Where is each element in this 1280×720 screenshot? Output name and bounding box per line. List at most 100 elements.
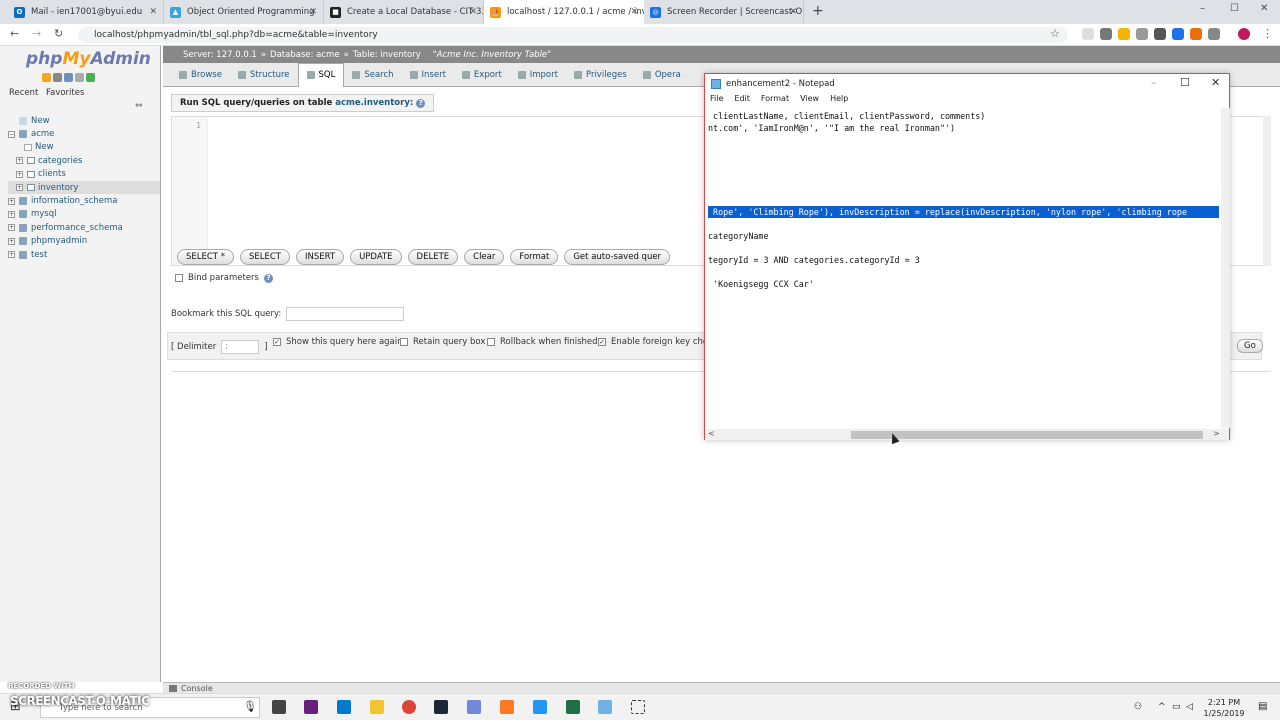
tab-screencast[interactable]: ◎ Screen Recorder | Screencast-O ✕ bbox=[644, 0, 804, 24]
maximize-icon[interactable]: ☐ bbox=[1230, 3, 1239, 14]
new-tab-button[interactable]: + bbox=[812, 3, 824, 19]
tab-sql[interactable]: SQL bbox=[297, 62, 345, 87]
extension-icon[interactable] bbox=[1208, 28, 1220, 40]
recent-tab[interactable]: Recent bbox=[9, 88, 38, 98]
discord-icon[interactable] bbox=[467, 700, 481, 714]
forward-icon[interactable]: → bbox=[32, 27, 41, 40]
excel-icon[interactable] bbox=[566, 700, 580, 714]
menu-icon[interactable]: ⋮ bbox=[1262, 27, 1273, 40]
tree-item-mysql[interactable]: + mysql bbox=[8, 208, 160, 221]
tab-import[interactable]: Import bbox=[510, 63, 566, 87]
extension-icon[interactable] bbox=[1100, 28, 1112, 40]
task-view-icon[interactable] bbox=[272, 700, 286, 714]
help-icon[interactable]: ? bbox=[263, 273, 273, 283]
tab-mail[interactable]: O Mail - ien17001@byui.edu ✕ bbox=[8, 0, 164, 24]
horizontal-scrollbar[interactable]: < > bbox=[705, 429, 1229, 440]
tab-structure[interactable]: Structure bbox=[230, 63, 298, 87]
tree-item-test[interactable]: + test bbox=[8, 248, 160, 261]
tab-privileges[interactable]: Privileges bbox=[566, 63, 635, 87]
get-autosaved-query-button[interactable]: Get auto-saved quer bbox=[564, 249, 671, 265]
editor-scrollbar[interactable] bbox=[1263, 116, 1271, 266]
bookmark-star-icon[interactable]: ☆ bbox=[1050, 27, 1060, 40]
reload-icon[interactable]: ↻ bbox=[54, 27, 63, 40]
volume-icon[interactable]: ◁ bbox=[1186, 702, 1193, 712]
people-icon[interactable]: ⚇ bbox=[1134, 702, 1142, 712]
breadcrumb-database[interactable]: Database: acme bbox=[270, 50, 340, 60]
notepad-titlebar[interactable]: enhancement2 - Notepad – ☐ ✕ bbox=[705, 74, 1229, 94]
vscode-icon[interactable] bbox=[337, 700, 351, 714]
select-button[interactable]: SELECT bbox=[239, 249, 290, 265]
close-icon[interactable]: ✕ bbox=[1211, 76, 1220, 89]
url-field[interactable]: localhost/phpmyadmin/tbl_sql.php?db=acme… bbox=[78, 27, 1068, 43]
clear-button[interactable]: Clear bbox=[464, 249, 505, 265]
help-icon[interactable]: ? bbox=[416, 98, 426, 108]
maximize-icon[interactable]: ☐ bbox=[1180, 76, 1190, 89]
menu-help[interactable]: Help bbox=[830, 94, 848, 108]
rollback-checkbox[interactable] bbox=[487, 338, 495, 346]
close-icon[interactable]: ✕ bbox=[1260, 3, 1268, 14]
tree-item-acme[interactable]: − acme bbox=[8, 127, 160, 140]
bookmark-input[interactable] bbox=[286, 307, 405, 321]
menu-format[interactable]: Format bbox=[761, 94, 789, 108]
bind-parameters-checkbox[interactable] bbox=[175, 274, 183, 282]
format-button[interactable]: Format bbox=[510, 249, 559, 265]
tree-item-new[interactable]: New bbox=[8, 114, 160, 127]
menu-file[interactable]: File bbox=[710, 94, 723, 108]
tree-item-performance-schema[interactable]: + performance_schema bbox=[8, 221, 160, 234]
retain-query-box-checkbox[interactable] bbox=[400, 338, 408, 346]
scroll-left-arrow[interactable]: < bbox=[708, 429, 715, 438]
menu-edit[interactable]: Edit bbox=[734, 94, 750, 108]
breadcrumb-table[interactable]: Table: inventory bbox=[353, 50, 421, 60]
minimize-icon[interactable]: – bbox=[1200, 3, 1205, 14]
close-tab-icon[interactable]: ✕ bbox=[630, 7, 638, 17]
insert-button[interactable]: INSERT bbox=[295, 249, 345, 265]
close-tab-icon[interactable]: ✕ bbox=[149, 7, 157, 17]
tab-phpmyadmin[interactable]: ⛵ localhost / 127.0.0.1 / acme / inv ✕ bbox=[484, 0, 644, 24]
chrome-icon[interactable] bbox=[402, 700, 416, 714]
file-explorer-icon[interactable] bbox=[370, 700, 384, 714]
close-tab-icon[interactable]: ✕ bbox=[789, 7, 797, 17]
extension-icon[interactable] bbox=[1082, 28, 1094, 40]
tree-item-new-table[interactable]: New bbox=[8, 141, 160, 154]
foreign-key-checkbox[interactable]: ✓ bbox=[598, 338, 606, 346]
tab-insert[interactable]: Insert bbox=[402, 63, 454, 87]
extension-icon[interactable] bbox=[1154, 28, 1166, 40]
extension-icon[interactable] bbox=[1172, 28, 1184, 40]
link-icon[interactable]: ⇔ bbox=[135, 101, 143, 111]
notepad-taskbar-icon[interactable] bbox=[598, 700, 612, 714]
breadcrumb-server[interactable]: Server: 127.0.0.1 bbox=[183, 50, 257, 60]
phpmyadmin-logo[interactable]: phpMyAdmin bbox=[26, 49, 151, 69]
back-icon[interactable]: ← bbox=[10, 27, 19, 40]
tab-search[interactable]: Search bbox=[344, 63, 401, 87]
home-icon[interactable] bbox=[42, 73, 51, 82]
reload-nav-icon[interactable] bbox=[86, 73, 95, 82]
app-icon[interactable] bbox=[533, 700, 547, 714]
tab-export[interactable]: Export bbox=[454, 63, 510, 87]
update-button[interactable]: UPDATE bbox=[350, 249, 402, 265]
settings-icon[interactable] bbox=[75, 73, 84, 82]
docs-icon[interactable] bbox=[64, 73, 73, 82]
menu-view[interactable]: View bbox=[800, 94, 819, 108]
screencast-extension-icon[interactable] bbox=[1190, 28, 1202, 40]
notifications-icon[interactable]: ▤ bbox=[1258, 701, 1267, 712]
tree-item-phpmyadmin[interactable]: + phpmyadmin bbox=[8, 235, 160, 248]
go-button[interactable]: Go bbox=[1237, 339, 1263, 353]
minimize-icon[interactable]: – bbox=[1151, 76, 1157, 89]
console-bar[interactable]: Console bbox=[163, 682, 1280, 693]
tab-browse[interactable]: Browse bbox=[171, 63, 230, 87]
tab-oop[interactable]: ▲ Object Oriented Programming ✕ bbox=[164, 0, 324, 24]
visual-studio-icon[interactable] bbox=[304, 700, 318, 714]
steam-icon[interactable] bbox=[434, 700, 448, 714]
delete-button[interactable]: DELETE bbox=[407, 249, 459, 265]
table-link[interactable]: acme.inventory: bbox=[335, 98, 413, 108]
extension-icon[interactable] bbox=[1136, 28, 1148, 40]
tree-item-clients[interactable]: + clients bbox=[8, 168, 160, 181]
favorites-tab[interactable]: Favorites bbox=[46, 88, 84, 98]
network-icon[interactable]: ▭ bbox=[1172, 702, 1181, 712]
tree-item-information-schema[interactable]: + information_schema bbox=[8, 194, 160, 207]
tab-cit[interactable]: ■ Create a Local Database - CIT 33 ✕ bbox=[324, 0, 484, 24]
close-tab-icon[interactable]: ✕ bbox=[309, 7, 317, 17]
xampp-icon[interactable] bbox=[500, 700, 514, 714]
select-star-button[interactable]: SELECT * bbox=[177, 249, 234, 265]
tree-item-inventory[interactable]: + inventory bbox=[8, 180, 160, 195]
